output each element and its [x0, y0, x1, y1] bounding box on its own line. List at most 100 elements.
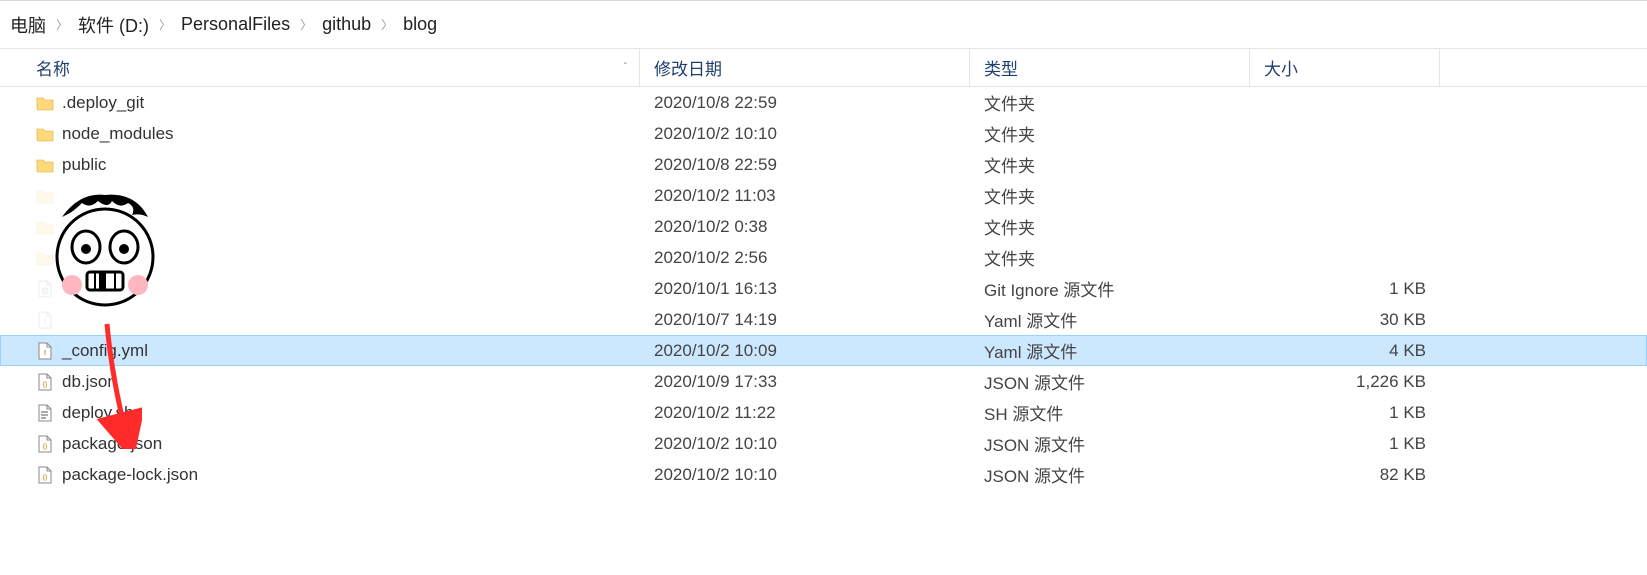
folder-icon: [36, 249, 54, 267]
breadcrumb-segment[interactable]: 电脑: [6, 12, 50, 38]
file-row[interactable]: 2020/10/7 14:19Yaml 源文件30 KB: [0, 304, 1647, 335]
cell-modified: 2020/10/2 10:10: [640, 428, 970, 459]
cell-name: .deploy_git: [0, 87, 640, 118]
cell-type: JSON 源文件: [970, 459, 1250, 490]
cell-modified: 2020/10/2 10:10: [640, 459, 970, 490]
file-row[interactable]: node_modules2020/10/2 10:10文件夹: [0, 118, 1647, 149]
cell-type: 文件夹: [970, 149, 1250, 180]
chevron-right-icon: 〉: [375, 16, 399, 33]
cell-type: Yaml 源文件: [970, 304, 1250, 335]
cell-type: Yaml 源文件: [970, 335, 1250, 366]
json-icon: [36, 466, 54, 484]
file-name: package.json: [62, 434, 162, 454]
cell-type: SH 源文件: [970, 397, 1250, 428]
column-header-type[interactable]: 类型: [970, 49, 1250, 86]
breadcrumb-segment[interactable]: github: [318, 14, 375, 35]
file-row[interactable]: 2020/10/2 11:03文件夹: [0, 180, 1647, 211]
file-explorer-window: 电脑〉软件 (D:)〉PersonalFiles〉github〉blog 名称 …: [0, 0, 1647, 575]
cell-name: [0, 273, 640, 304]
column-header-name[interactable]: 名称 ˆ: [0, 49, 640, 86]
cell-type: 文件夹: [970, 118, 1250, 149]
json-icon: [36, 435, 54, 453]
file-list: .deploy_git2020/10/8 22:59文件夹node_module…: [0, 87, 1647, 490]
cell-size: [1250, 242, 1440, 273]
sh-icon: [36, 404, 54, 422]
yaml-icon: [36, 342, 54, 360]
cell-modified: 2020/10/8 22:59: [640, 149, 970, 180]
cell-name: db.json: [0, 366, 640, 397]
breadcrumb[interactable]: 电脑〉软件 (D:)〉PersonalFiles〉github〉blog: [0, 1, 1647, 49]
chevron-right-icon: 〉: [294, 16, 318, 33]
cell-type: 文件夹: [970, 211, 1250, 242]
cell-size: [1250, 118, 1440, 149]
cell-size: 1 KB: [1250, 428, 1440, 459]
file-row[interactable]: db.json2020/10/9 17:33JSON 源文件1,226 KB: [0, 366, 1647, 397]
file-name: node_modules: [62, 124, 174, 144]
cell-name: [0, 211, 640, 242]
chevron-right-icon: 〉: [50, 16, 74, 33]
cell-name: deploy.sh: [0, 397, 640, 428]
cell-modified: 2020/10/2 10:09: [640, 335, 970, 366]
cell-size: 1,226 KB: [1250, 366, 1440, 397]
file-row[interactable]: 2020/10/1 16:13Git Ignore 源文件1 KB: [0, 273, 1647, 304]
file-row[interactable]: 2020/10/2 0:38文件夹: [0, 211, 1647, 242]
cell-type: JSON 源文件: [970, 428, 1250, 459]
column-header-label: 名称: [36, 55, 70, 80]
folder-icon: [36, 125, 54, 143]
file-row[interactable]: .deploy_git 2020/10/8 22:59文件夹: [0, 87, 1647, 118]
cell-name: _config.yml: [0, 335, 640, 366]
file-name: deploy.sh: [62, 403, 134, 423]
yaml-icon: [36, 311, 54, 329]
file-row[interactable]: _config.yml2020/10/2 10:09Yaml 源文件4 KB: [0, 335, 1647, 366]
cell-size: [1250, 180, 1440, 211]
cell-modified: 2020/10/7 14:19: [640, 304, 970, 335]
sort-indicator-icon: ˆ: [624, 62, 627, 73]
cell-modified: 2020/10/9 17:33: [640, 366, 970, 397]
column-header-size[interactable]: 大小: [1250, 49, 1440, 86]
file-row[interactable]: package-lock.json 2020/10/2 10:10JSON 源文件…: [0, 459, 1647, 490]
cell-type: 文件夹: [970, 180, 1250, 211]
cell-modified: 2020/10/2 11:03: [640, 180, 970, 211]
cell-name: package-lock.json: [0, 459, 640, 490]
cell-name: package.json: [0, 428, 640, 459]
folder-icon: [36, 156, 54, 174]
cell-size: [1250, 149, 1440, 180]
folder-icon: [36, 187, 54, 205]
cell-name: [0, 242, 640, 273]
chevron-right-icon: 〉: [153, 16, 177, 33]
cell-size: 30 KB: [1250, 304, 1440, 335]
file-name: package-lock.json: [62, 465, 198, 485]
cell-size: 4 KB: [1250, 335, 1440, 366]
cell-modified: 2020/10/2 11:22: [640, 397, 970, 428]
file-row[interactable]: public2020/10/8 22:59文件夹: [0, 149, 1647, 180]
cell-size: [1250, 211, 1440, 242]
breadcrumb-segment[interactable]: PersonalFiles: [177, 14, 294, 35]
column-header-label: 大小: [1264, 55, 1298, 80]
folder-icon: [36, 218, 54, 236]
cell-size: [1250, 87, 1440, 118]
column-header-label: 修改日期: [654, 55, 722, 80]
column-header-modified[interactable]: 修改日期: [640, 49, 970, 86]
file-row[interactable]: package.json 2020/10/2 10:10JSON 源文件1 KB: [0, 428, 1647, 459]
file-name: .deploy_git: [62, 93, 144, 113]
cell-size: 82 KB: [1250, 459, 1440, 490]
column-header-row: 名称 ˆ 修改日期 类型 大小: [0, 49, 1647, 87]
folder-icon: [36, 94, 54, 112]
gear-icon: [36, 280, 54, 298]
breadcrumb-segment[interactable]: blog: [399, 14, 441, 35]
cell-modified: 2020/10/2 0:38: [640, 211, 970, 242]
cell-type: 文件夹: [970, 87, 1250, 118]
json-icon: [36, 373, 54, 391]
cell-type: 文件夹: [970, 242, 1250, 273]
cell-modified: 2020/10/2 2:56: [640, 242, 970, 273]
cell-type: Git Ignore 源文件: [970, 273, 1250, 304]
file-row[interactable]: deploy.sh 2020/10/2 11:22SH 源文件1 KB: [0, 397, 1647, 428]
cell-modified: 2020/10/1 16:13: [640, 273, 970, 304]
file-row[interactable]: 2020/10/2 2:56文件夹: [0, 242, 1647, 273]
cell-modified: 2020/10/8 22:59: [640, 87, 970, 118]
column-header-label: 类型: [984, 55, 1018, 80]
breadcrumb-segment[interactable]: 软件 (D:): [74, 12, 153, 38]
cell-name: [0, 304, 640, 335]
cell-size: 1 KB: [1250, 273, 1440, 304]
cell-size: 1 KB: [1250, 397, 1440, 428]
